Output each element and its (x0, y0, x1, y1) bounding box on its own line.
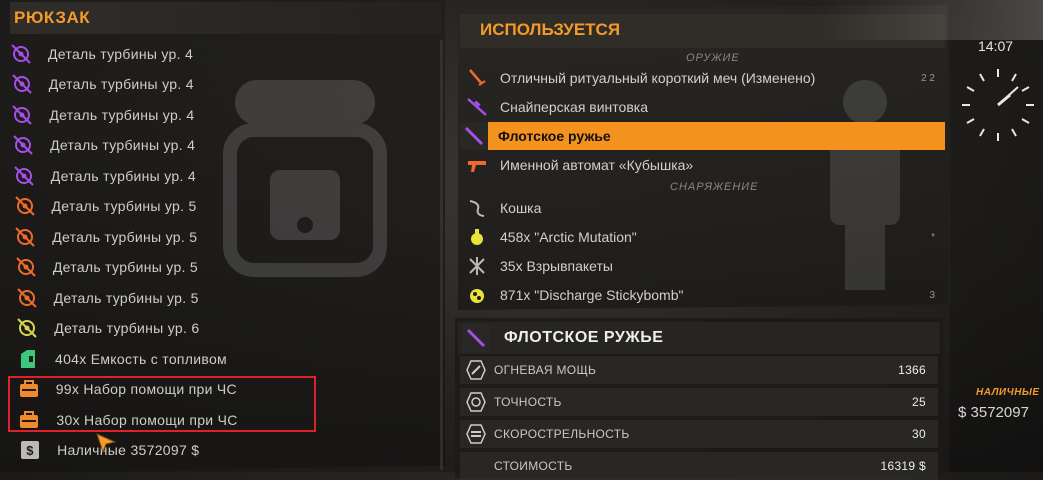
svg-text:$: $ (26, 443, 34, 458)
clock-time: 14:07 (978, 38, 1014, 54)
clock-icon (962, 69, 1034, 141)
rate-of-fire-icon (466, 424, 486, 444)
used-item-label: 35x Взрывпакеты (500, 258, 613, 274)
backpack-item[interactable]: Деталь турбины ур. 4 (10, 40, 193, 67)
used-item-label: Снайперская винтовка (500, 99, 648, 115)
cash-value: $ 3572097 (958, 404, 1029, 421)
item-upgrade-badge: * (931, 231, 935, 243)
backpack-scrollbar[interactable] (440, 40, 443, 470)
turbine-part-icon (16, 287, 38, 309)
used-item-label: Флотское ружье (498, 128, 611, 144)
fuel-canister-icon (17, 348, 39, 370)
stat-value: 16319 $ (880, 459, 926, 473)
item-upgrade-badge: 2 2 (921, 72, 935, 84)
backpack-item-label: Деталь турбины ур. 4 (50, 137, 196, 153)
mouse-cursor-icon (96, 433, 117, 454)
sniper-rifle-icon (464, 96, 490, 118)
turbine-part-icon (12, 134, 34, 156)
backpack-item-label: Деталь турбины ур. 6 (54, 320, 200, 336)
cash-label: НАЛИЧНЫЕ (976, 387, 1040, 398)
used-item-label: 871x "Discharge Stickybomb" (500, 287, 684, 303)
turbine-part-icon (13, 165, 35, 187)
sword-icon (464, 67, 490, 89)
stat-row: ТОЧНОСТЬ 25 (460, 388, 938, 416)
stat-label: ТОЧНОСТЬ (494, 395, 562, 409)
turbine-part-icon (11, 73, 33, 95)
backpack-item[interactable]: Деталь турбины ур. 4 (11, 101, 194, 128)
explosive-pack-icon (464, 255, 490, 277)
grappling-hook-icon (464, 197, 490, 219)
used-item-selected[interactable]: Флотское ружье (460, 122, 945, 150)
annotation-highlight-box (8, 376, 316, 432)
turbine-part-icon (14, 226, 36, 248)
backpack-item-label: Деталь турбины ур. 4 (48, 45, 194, 62)
backpack-item-label: Деталь турбины ур. 4 (49, 106, 195, 123)
item-upgrade-badge: 3 (929, 289, 935, 301)
stat-row: ОГНЕВАЯ МОЩЬ 1366 (460, 356, 938, 384)
used-title: ИСПОЛЬЗУЕТСЯ (480, 20, 621, 39)
weapon-stats-header: ФЛОТСКОЕ РУЖЬЕ (458, 322, 940, 354)
backpack-item[interactable]: Деталь турбины ур. 6 (16, 315, 199, 342)
used-item[interactable]: 458x "Arctic Mutation" * (460, 223, 945, 251)
turbine-part-icon (11, 104, 33, 126)
turbine-part-icon (10, 43, 32, 65)
backpack-watermark-icon (223, 80, 387, 277)
used-item-label: Кошка (500, 200, 542, 216)
backpack-item-label: Деталь турбины ур. 5 (52, 228, 198, 245)
used-item[interactable]: 871x "Discharge Stickybomb" 3 (460, 281, 945, 309)
gear-section-label: СНАРЯЖЕНИЕ (670, 181, 759, 193)
stat-label: СТОИМОСТЬ (494, 459, 573, 473)
backpack-item-label: Наличные 3572097 $ (57, 442, 200, 458)
used-item-label: Отличный ритуальный короткий меч (Измене… (500, 70, 816, 86)
accuracy-icon (466, 392, 486, 412)
stat-value: 25 (912, 395, 926, 409)
used-item[interactable]: Отличный ритуальный короткий меч (Измене… (460, 64, 945, 92)
cash-icon: $ (19, 439, 41, 461)
backpack-item-label: Деталь турбины ур. 4 (50, 167, 196, 184)
backpack-item-label: Деталь турбины ур. 5 (51, 198, 197, 214)
backpack-item[interactable]: 404х Емкость с топливом (17, 345, 227, 372)
stat-blank-icon (466, 456, 486, 476)
backpack-item[interactable]: Деталь турбины ур. 5 (16, 284, 199, 311)
backpack-item[interactable]: Деталь турбины ур. 4 (12, 132, 195, 159)
stickybomb-icon (464, 284, 490, 306)
backpack-item[interactable]: Деталь турбины ур. 4 (11, 71, 194, 98)
used-item[interactable]: Именной автомат «Кубышка» (460, 151, 945, 179)
stat-value: 1366 (898, 363, 926, 377)
backpack-item-label: Деталь турбины ур. 5 (52, 259, 199, 275)
turbine-part-icon (16, 317, 38, 339)
backpack-item[interactable]: Деталь турбины ур. 5 (14, 223, 197, 250)
weapon-stats-title: ФЛОТСКОЕ РУЖЬЕ (504, 329, 664, 346)
shotgun-icon (462, 324, 490, 352)
stat-value: 30 (912, 427, 926, 441)
used-item[interactable]: 35x Взрывпакеты (460, 252, 945, 280)
rifle-icon (464, 154, 490, 176)
light-glow (820, 0, 1043, 40)
stat-label: ОГНЕВАЯ МОЩЬ (494, 363, 597, 377)
stat-row: СТОИМОСТЬ 16319 $ (460, 452, 938, 480)
turbine-part-icon (14, 195, 36, 217)
used-item[interactable]: Кошка (460, 194, 945, 222)
stat-label: СКОРОСТРЕЛЬНОСТЬ (494, 427, 630, 441)
backpack-item[interactable]: Деталь турбины ур. 5 (14, 193, 197, 220)
turbine-part-icon (15, 256, 37, 278)
weapons-section-label: ОРУЖИЕ (686, 52, 740, 64)
used-item[interactable]: Снайперская винтовка (460, 93, 945, 121)
used-item-label: 458x "Arctic Mutation" (500, 229, 637, 245)
backpack-item-label: Деталь турбины ур. 4 (48, 76, 194, 92)
grenade-icon (464, 226, 490, 248)
backpack-item-label: 404х Емкость с топливом (55, 350, 227, 367)
backpack-item-label: Деталь турбины ур. 5 (53, 289, 199, 306)
backpack-item[interactable]: Деталь турбины ур. 5 (15, 254, 198, 281)
backpack-title: РЮКЗАК (14, 8, 91, 27)
shotgun-icon (460, 122, 488, 150)
stat-row: СКОРОСТРЕЛЬНОСТЬ 30 (460, 420, 938, 448)
firepower-icon (466, 360, 486, 380)
used-item-label: Именной автомат «Кубышка» (500, 157, 694, 173)
backpack-item[interactable]: Деталь турбины ур. 4 (13, 162, 196, 189)
